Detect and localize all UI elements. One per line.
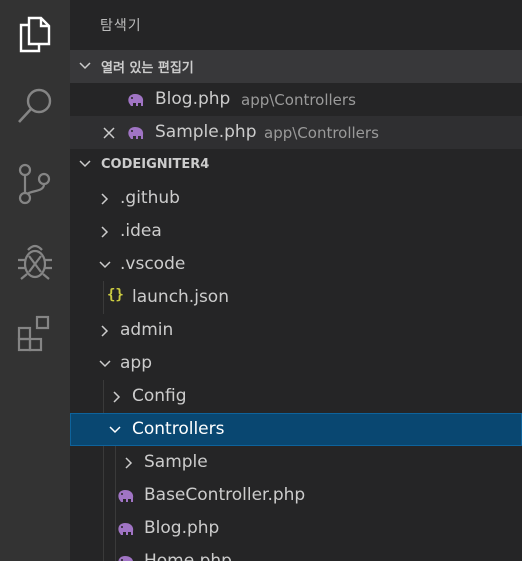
tree-item-github[interactable]: .github	[70, 182, 522, 215]
explorer-icon[interactable]	[11, 10, 59, 58]
explorer-sidebar: 탐색기 열려 있는 편집기 Blog.php app\Controllers S…	[70, 0, 522, 561]
open-editor-name: Sample.php	[155, 122, 257, 142]
php-icon	[128, 127, 144, 139]
tree-item-blog[interactable]: Blog.php	[70, 512, 522, 545]
search-icon[interactable]	[11, 82, 59, 130]
tree-item-launch-json[interactable]: {} launch.json	[70, 281, 522, 314]
tree-item-idea[interactable]: .idea	[70, 215, 522, 248]
open-editors-label: 열려 있는 편집기	[101, 61, 194, 76]
tree-item-label: Home.php	[144, 551, 232, 561]
tree-item-admin[interactable]: admin	[70, 314, 522, 347]
extensions-icon[interactable]	[11, 310, 59, 358]
php-icon	[128, 94, 144, 106]
tree-item-app[interactable]: app	[70, 347, 522, 380]
tree-item-controllers[interactable]: Controllers	[70, 413, 522, 446]
open-editor-item[interactable]: Blog.php app\Controllers	[70, 83, 522, 116]
open-editor-path: app\Controllers	[241, 91, 356, 109]
open-editor-name: Blog.php	[155, 89, 231, 109]
close-icon[interactable]	[102, 126, 116, 140]
tree-item-label: .github	[120, 188, 180, 208]
tree-item-label: launch.json	[132, 287, 229, 307]
chevron-down-icon	[99, 261, 111, 269]
tree-item-vscode[interactable]: .vscode	[70, 248, 522, 281]
tree-item-label: Controllers	[132, 419, 225, 439]
tree-item-label: Sample	[144, 452, 208, 472]
tree-item-label: .idea	[120, 221, 162, 241]
workspace-header[interactable]: CODEIGNITER4	[70, 148, 522, 181]
chevron-right-icon	[125, 457, 133, 469]
tree-item-basecontroller[interactable]: BaseController.php	[70, 479, 522, 512]
open-editors-header[interactable]: 열려 있는 편집기	[70, 50, 522, 83]
debug-icon[interactable]	[11, 236, 59, 284]
tree-item-label: app	[120, 353, 152, 373]
tree-item-label: .vscode	[120, 254, 186, 274]
open-editor-path: app\Controllers	[264, 124, 379, 142]
chevron-down-icon	[79, 160, 91, 168]
explorer-title: 탐색기	[100, 18, 142, 34]
json-icon: {}	[107, 287, 124, 303]
tree-item-config[interactable]: Config	[70, 380, 522, 413]
php-icon	[118, 490, 134, 502]
php-icon	[118, 556, 133, 561]
workspace-label: CODEIGNITER4	[101, 157, 210, 172]
chevron-down-icon	[99, 360, 111, 368]
open-editor-item[interactable]: Sample.php app\Controllers	[70, 116, 522, 149]
tree-item-label: admin	[120, 320, 174, 340]
chevron-right-icon	[101, 325, 109, 337]
tree-item-label: BaseController.php	[144, 485, 306, 505]
chevron-right-icon	[101, 193, 109, 205]
chevron-right-icon	[113, 391, 121, 403]
tree-item-sample[interactable]: Sample	[70, 446, 522, 479]
activity-bar	[0, 0, 70, 561]
chevron-right-icon	[101, 226, 109, 238]
tree-item-label: Config	[132, 386, 187, 406]
tree-item-home[interactable]: Home.php	[70, 545, 522, 561]
chevron-down-icon	[79, 62, 91, 70]
chevron-down-icon	[109, 426, 121, 434]
tree-item-label: Blog.php	[144, 518, 220, 538]
php-icon	[118, 523, 134, 535]
source-control-icon[interactable]	[11, 160, 59, 208]
